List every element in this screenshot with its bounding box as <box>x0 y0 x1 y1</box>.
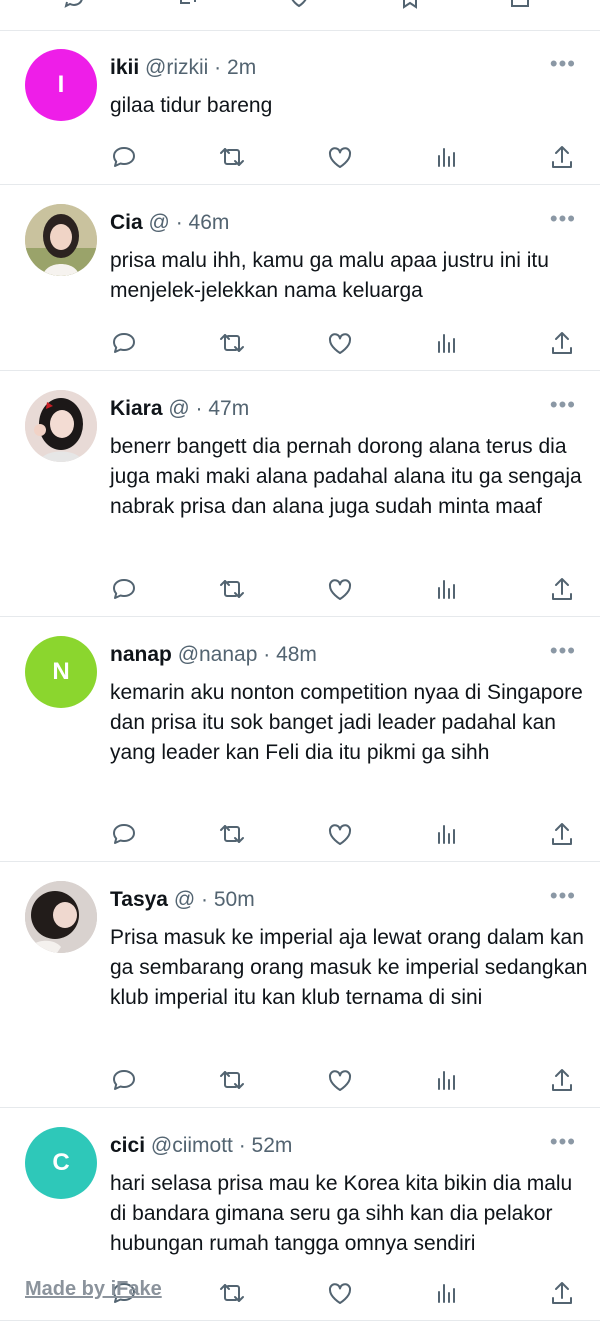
separator: · <box>232 1134 252 1157</box>
handle[interactable]: @nanap <box>178 643 258 666</box>
avatar[interactable] <box>25 881 97 953</box>
share-icon[interactable] <box>548 820 576 848</box>
avatar[interactable]: I <box>25 49 97 121</box>
tweet-text: prisa malu ihh, kamu ga malu apaa justru… <box>110 249 549 302</box>
avatar[interactable]: C <box>25 1127 97 1199</box>
share-icon[interactable] <box>548 1279 576 1307</box>
share-icon[interactable] <box>508 0 532 10</box>
timestamp[interactable]: 2m <box>227 56 256 79</box>
tweet-header: Kiara @ · 47m <box>110 396 540 422</box>
share-icon[interactable] <box>548 575 576 603</box>
display-name[interactable]: ikii <box>110 56 139 79</box>
retweet-icon[interactable] <box>218 329 246 357</box>
retweet-icon[interactable] <box>218 1066 246 1094</box>
more-options-icon[interactable]: ••• <box>550 885 576 907</box>
more-options-icon[interactable]: ••• <box>550 1131 576 1153</box>
timestamp[interactable]: 50m <box>214 888 255 911</box>
display-name[interactable]: Cia <box>110 211 143 234</box>
reply-icon[interactable] <box>110 143 138 171</box>
timestamp[interactable]: 48m <box>276 643 317 666</box>
avatar[interactable]: N <box>25 636 97 708</box>
views-icon[interactable] <box>433 575 461 603</box>
reply-icon[interactable] <box>110 820 138 848</box>
tweet-text: gilaa tidur bareng <box>110 94 273 117</box>
separator: · <box>189 397 209 420</box>
like-icon[interactable] <box>326 1279 354 1307</box>
avatar[interactable] <box>25 204 97 276</box>
tweet-text: benerr bangett dia pernah dorong alana t… <box>110 435 582 518</box>
tweet-actions <box>0 820 600 850</box>
separator: · <box>195 888 214 911</box>
like-icon[interactable] <box>287 0 311 10</box>
reply-icon[interactable] <box>62 0 86 10</box>
like-icon[interactable] <box>326 329 354 357</box>
views-icon[interactable] <box>433 329 461 357</box>
like-icon[interactable] <box>326 1066 354 1094</box>
like-icon[interactable] <box>326 143 354 171</box>
retweet-icon[interactable] <box>218 143 246 171</box>
more-options-icon[interactable]: ••• <box>550 208 576 230</box>
separator: · <box>208 56 228 79</box>
reply-icon[interactable] <box>110 1066 138 1094</box>
like-icon[interactable] <box>326 575 354 603</box>
views-icon[interactable] <box>433 820 461 848</box>
retweet-icon[interactable] <box>218 575 246 603</box>
retweet-icon[interactable] <box>218 820 246 848</box>
tweet-actions <box>0 329 600 359</box>
handle[interactable]: @ <box>149 211 170 234</box>
tweet[interactable]: Kiara @ · 47m ••• benerr bangett dia perna… <box>0 372 600 617</box>
handle[interactable]: @ciimott <box>151 1134 233 1157</box>
share-icon[interactable] <box>548 1066 576 1094</box>
handle[interactable]: @ <box>174 888 195 911</box>
avatar[interactable] <box>25 390 97 462</box>
more-options-icon[interactable]: ••• <box>550 640 576 662</box>
retweet-icon[interactable] <box>218 1279 246 1307</box>
tweet-text: kemarin aku nonton competition nyaa di S… <box>110 681 583 764</box>
like-icon[interactable] <box>326 820 354 848</box>
avatar-initial: C <box>52 1149 70 1176</box>
tweet-header: cici @ciimott · 52m <box>110 1133 540 1159</box>
handle[interactable]: @ <box>168 397 189 420</box>
timestamp[interactable]: 46m <box>189 211 230 234</box>
avatar-initial: I <box>57 71 65 98</box>
share-icon[interactable] <box>548 143 576 171</box>
tweet-header: Tasya @ · 50m <box>110 887 540 913</box>
timestamp[interactable]: 47m <box>208 397 249 420</box>
tweet-actions <box>0 1066 600 1096</box>
more-options-icon[interactable]: ••• <box>550 394 576 416</box>
separator: · <box>169 211 189 234</box>
display-name[interactable]: cici <box>110 1134 145 1157</box>
more-options-icon[interactable]: ••• <box>550 53 576 75</box>
tweet-actions <box>0 575 600 605</box>
views-icon[interactable] <box>433 143 461 171</box>
views-icon[interactable] <box>433 1279 461 1307</box>
separator: · <box>257 643 277 666</box>
share-icon[interactable] <box>548 329 576 357</box>
tweet[interactable]: Tasya @ · 50m ••• Prisa masuk ke imperial … <box>0 863 600 1108</box>
display-name[interactable]: Tasya <box>110 888 168 911</box>
timestamp[interactable]: 52m <box>252 1134 293 1157</box>
reply-icon[interactable] <box>110 329 138 357</box>
display-name[interactable]: nanap <box>110 643 172 666</box>
views-icon[interactable] <box>433 1066 461 1094</box>
reply-icon[interactable] <box>110 575 138 603</box>
display-name[interactable]: Kiara <box>110 397 163 420</box>
tweet-text: hari selasa prisa mau ke Korea kita biki… <box>110 1172 573 1255</box>
tweet-header: Cia @ · 46m <box>110 210 540 236</box>
tweet[interactable]: Cia @ · 46m ••• prisa malu ihh, kamu ga ma… <box>0 186 600 371</box>
bookmark-icon[interactable] <box>398 0 422 10</box>
tweet-text: Prisa masuk ke imperial aja lewat orang … <box>110 926 588 1009</box>
previous-tweet-actions <box>0 0 600 31</box>
avatar-initial: N <box>52 658 70 685</box>
tweet[interactable]: Nnanap @nanap · 48m ••• kemarin aku nonton… <box>0 618 600 862</box>
watermark: Made by iFake <box>25 1278 162 1300</box>
tweet-header: ikii @rizkii · 2m <box>110 55 540 81</box>
handle[interactable]: @rizkii <box>145 56 208 79</box>
tweet[interactable]: Iikii @rizkii · 2m ••• gilaa tidur bareng <box>0 31 600 185</box>
retweet-icon[interactable] <box>176 0 200 10</box>
tweet-actions <box>0 143 600 173</box>
tweet-header: nanap @nanap · 48m <box>110 642 540 668</box>
